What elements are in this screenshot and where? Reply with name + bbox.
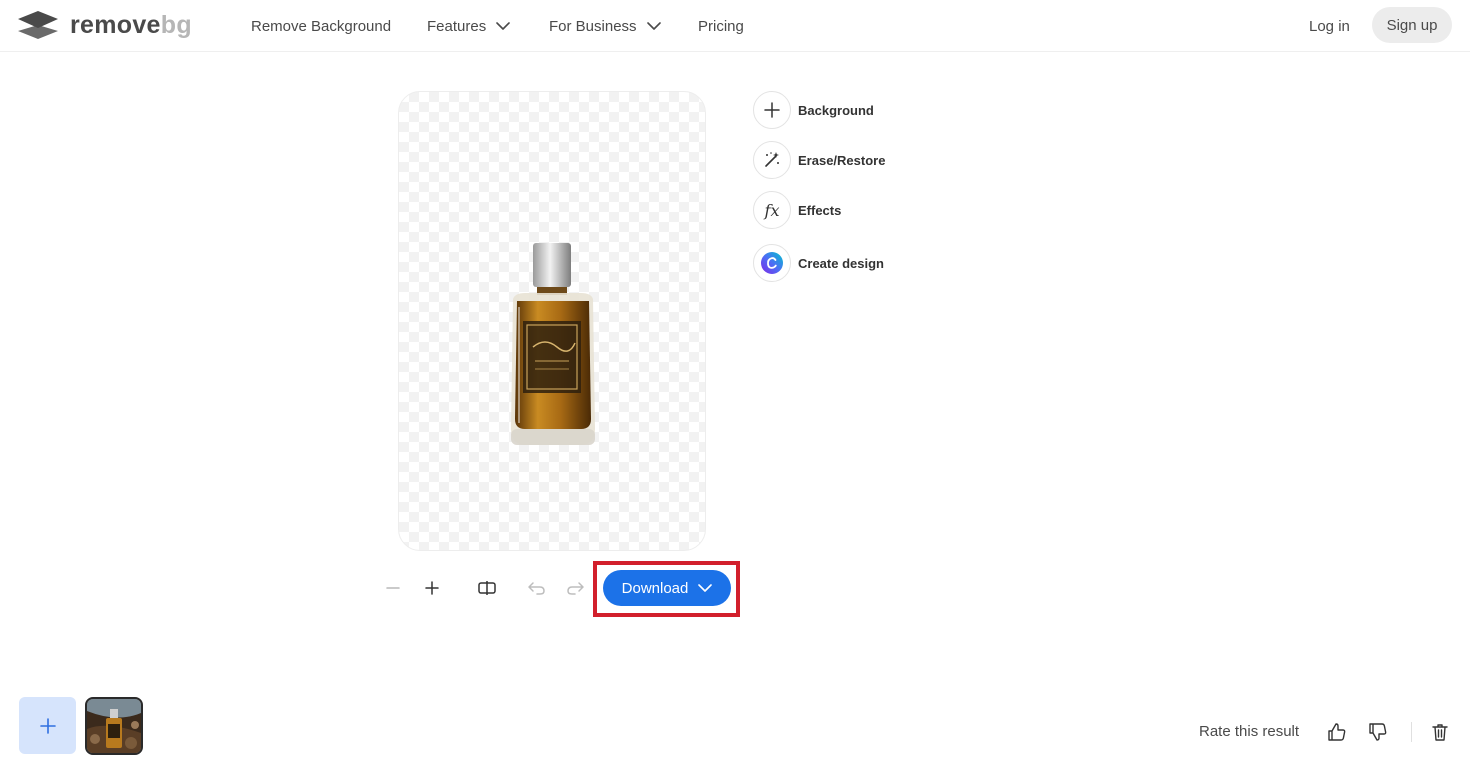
nav-for-business-label: For Business [549,17,637,35]
download-button[interactable]: Download [603,570,731,606]
thumbs-up-button[interactable] [1327,722,1347,747]
erase-restore-tool-button[interactable]: Erase/Restore [753,141,885,179]
effects-tool-label: Effects [798,202,842,218]
plus-icon [39,717,56,734]
trash-icon [1432,724,1448,741]
chevron-down-icon [698,584,713,592]
download-label: Download [621,579,689,597]
erase-restore-tool-label: Erase/Restore [798,152,886,168]
minus-icon [386,587,400,589]
chevron-down-icon [646,22,661,30]
signup-button[interactable]: Sign up [1372,7,1452,43]
effects-fx-glyph: fx [764,200,780,220]
signup-label: Sign up [1386,16,1438,34]
redo-icon [567,582,584,595]
nav-pricing-label: Pricing [698,17,744,35]
canva-icon [753,244,791,282]
nav-features-dropdown[interactable]: Features [427,0,511,52]
footer-divider [1411,722,1412,742]
perfume-thumbnail-image [87,699,141,753]
zoom-in-button[interactable] [421,577,443,599]
removebg-logo[interactable]: removebg [18,10,192,40]
zoom-out-button[interactable] [382,577,404,599]
nav-pricing[interactable]: Pricing [698,0,744,52]
logo-wordmark: removebg [70,11,192,39]
nav-features-label: Features [427,17,487,35]
login-label: Log in [1309,17,1350,35]
image-preview-canvas[interactable] [398,91,706,551]
chevron-down-icon [496,22,511,30]
thumbs-down-button[interactable] [1368,722,1388,747]
create-design-tool-button[interactable]: Create design [753,244,884,282]
thumbs-up-icon [1328,723,1346,741]
undo-button[interactable] [526,577,548,599]
effects-tool-button[interactable]: fx Effects [753,191,841,229]
login-link[interactable]: Log in [1309,0,1350,52]
effects-fx-icon: fx [753,191,791,229]
top-navigation-bar: removebg Remove Background Features For … [0,0,1470,52]
rate-result-label: Rate this result [1199,723,1300,740]
nav-remove-background-label: Remove Background [251,17,392,35]
undo-icon [528,582,545,595]
redo-button[interactable] [564,577,586,599]
magic-wand-icon [753,141,791,179]
perfume-bottle-image [511,243,595,445]
nav-for-business-dropdown[interactable]: For Business [549,0,661,52]
background-tool-label: Background [798,102,874,118]
nav-remove-background[interactable]: Remove Background [251,0,391,52]
image-thumbnail[interactable] [85,697,143,755]
thumbs-down-icon [1369,723,1387,741]
background-tool-button[interactable]: Background [753,91,874,129]
compare-icon [478,581,496,595]
compare-original-button[interactable] [476,577,498,599]
delete-image-button[interactable] [1430,722,1450,747]
add-image-button[interactable] [19,697,76,754]
create-design-tool-label: Create design [798,255,884,271]
plus-icon [425,581,439,595]
removebg-logo-icon [18,11,58,39]
plus-icon [753,91,791,129]
